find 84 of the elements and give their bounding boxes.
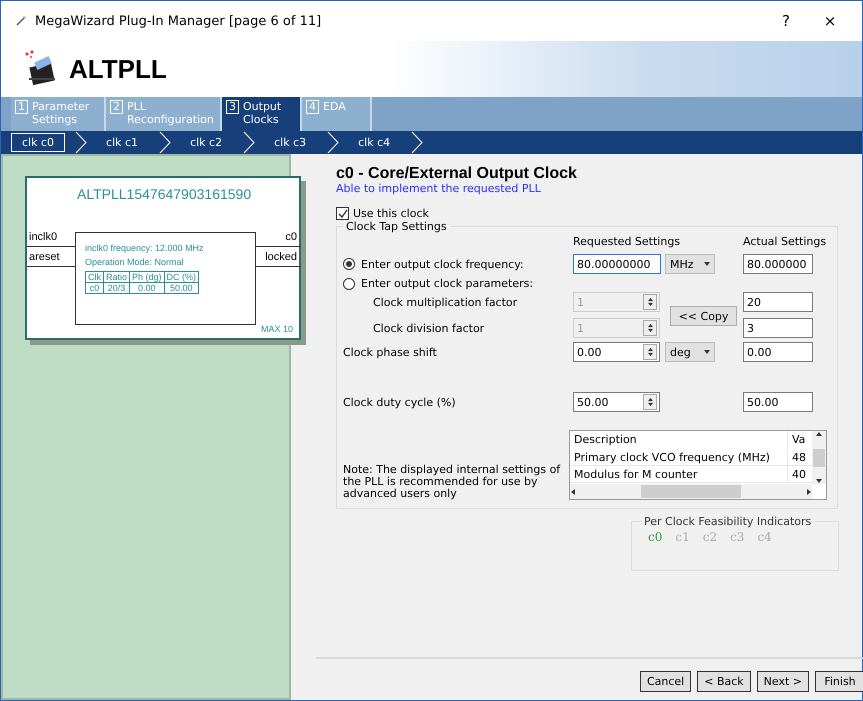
info-text: Operation Mode: Normal	[85, 257, 185, 267]
feasibility-indicator: c2	[702, 530, 718, 544]
note-text: Note: The displayed internal settings of the PLL is recommended for use by advanced users only	[343, 464, 562, 500]
left-arrow-icon	[570, 488, 576, 494]
check-icon	[338, 208, 348, 218]
field-label: Clock phase shift	[343, 346, 438, 358]
unit-dropdown[interactable]: MHz	[665, 254, 715, 274]
up-arrow-icon	[648, 397, 652, 402]
wizard-button[interactable]: < Back	[697, 671, 751, 692]
actual-phase-field[interactable]: 0.00	[743, 342, 813, 362]
clock-tab[interactable]: clk c0	[11, 133, 66, 152]
device-label: MAX 10	[260, 324, 293, 334]
table-cell: Modulus for M counter	[570, 466, 788, 484]
up-arrow-icon	[816, 431, 822, 437]
wizard-button[interactable]: Cancel	[640, 671, 692, 692]
table-header: Clk	[86, 272, 104, 282]
down-arrow-icon	[648, 352, 652, 357]
up-arrow-icon	[648, 323, 652, 328]
horizontal-scrollbar[interactable]	[570, 484, 812, 499]
down-arrow-icon	[816, 478, 822, 484]
wizard-button[interactable]: Next >	[756, 671, 809, 692]
group-title: Clock Tap Settings	[345, 220, 448, 233]
close-button[interactable]: ×	[812, 11, 848, 31]
status-text: Able to implement the requested PLL	[336, 182, 542, 195]
app-title: ALTPLL	[69, 54, 167, 84]
clock-tab[interactable]: clk c1	[95, 133, 150, 152]
table-cell: 20/3	[104, 282, 130, 294]
table-header: DC (%)	[164, 272, 199, 282]
vertical-scrollbar[interactable]	[812, 431, 826, 484]
down-arrow-icon	[648, 302, 652, 307]
wizard-tab[interactable]: 3 Output Clocks	[222, 97, 302, 131]
table-cell: 50.00	[164, 282, 199, 294]
phase-spinbox[interactable]: 0.00	[573, 342, 660, 362]
caret-icon	[704, 349, 710, 355]
caret-icon	[704, 261, 710, 267]
table-cell: 0.00	[130, 282, 164, 294]
help-button[interactable]: ?	[768, 11, 804, 31]
down-arrow-icon	[648, 402, 652, 407]
feasibility-indicator: c0	[648, 530, 662, 544]
table-header: Ratio	[104, 272, 130, 282]
group-title: Per Clock Feasibility Indicators	[643, 515, 812, 528]
up-arrow-icon	[648, 347, 652, 352]
unit-dropdown[interactable]: deg	[665, 342, 715, 362]
chevron-icon	[243, 131, 256, 154]
frequency-field[interactable]: 80.00000000	[573, 254, 661, 274]
clock-tab[interactable]: clk c2	[179, 133, 234, 152]
block-name: ALTPLL1547647903161590	[77, 186, 252, 202]
column-heading: Actual Settings	[743, 235, 827, 248]
window-title: MegaWizard Plug-In Manager [page 6 of 11]	[35, 14, 322, 28]
chevron-icon	[327, 131, 340, 154]
input-pin-label: inclk0	[29, 231, 58, 243]
output-pin-label: locked	[265, 251, 297, 263]
duty-spinbox[interactable]: 50.00	[573, 392, 660, 412]
feasibility-indicator: c1	[675, 530, 690, 544]
column-heading: Requested Settings	[573, 235, 682, 248]
feasibility-indicator: c3	[730, 530, 744, 544]
down-arrow-icon	[648, 328, 652, 333]
column-header: Description	[570, 431, 788, 448]
table-header: Ph (dg)	[130, 272, 164, 282]
field-label: Clock duty cycle (%)	[343, 396, 457, 408]
field-label: Clock division factor	[372, 322, 486, 334]
right-arrow-icon	[806, 488, 812, 494]
parameters-radio[interactable]: Enter output clock parameters:	[343, 274, 573, 290]
chevron-icon	[75, 131, 88, 154]
clock-tab[interactable]: clk c3	[263, 133, 318, 152]
frequency-radio[interactable]: Enter output clock frequency:	[343, 252, 573, 270]
use-clock-checkbox[interactable]: Use this clock	[336, 207, 839, 220]
copy-button[interactable]: << Copy	[670, 306, 737, 326]
chevron-icon	[411, 131, 424, 154]
output-pin-label: c0	[285, 231, 297, 243]
info-text: inclk0 frequency: 12.000 MHz	[85, 243, 205, 253]
chevron-icon	[159, 131, 172, 154]
actual-duty-field[interactable]: 50.00	[743, 392, 813, 412]
wizard-button[interactable]: Finish	[815, 671, 863, 692]
panel-title: c0 - Core/External Output Clock	[336, 166, 578, 182]
table-cell: c0	[86, 282, 104, 294]
actual-frequency-field[interactable]: 80.000000	[743, 254, 813, 274]
up-arrow-icon	[648, 297, 652, 302]
input-pin-label: areset	[29, 251, 60, 263]
table-cell: Primary clock VCO frequency (MHz)	[570, 448, 788, 466]
wand-icon	[15, 15, 27, 27]
feasibility-indicator: c4	[757, 530, 772, 544]
field-label: Clock multiplication factor	[372, 296, 518, 308]
clock-tab[interactable]: clk c4	[347, 133, 402, 152]
